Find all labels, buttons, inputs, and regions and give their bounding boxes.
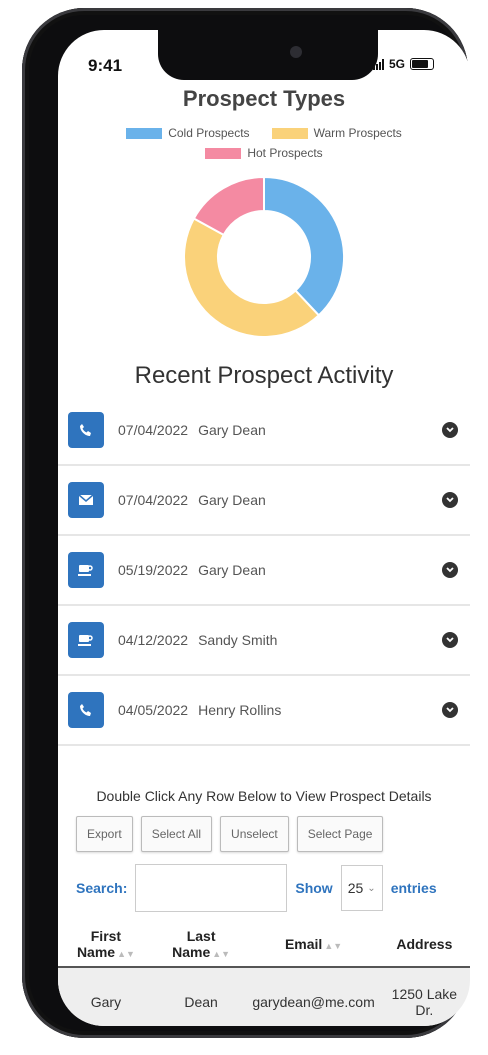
- table-button-row: Export Select All Unselect Select Page: [58, 816, 470, 852]
- cell-address: 1250 Lake Dr.: [391, 986, 458, 1018]
- activity-item[interactable]: 07/04/2022 Gary Dean: [58, 466, 470, 536]
- donut-slice-cold[interactable]: [263, 175, 345, 317]
- activity-item[interactable]: 05/19/2022 Gary Dean: [58, 536, 470, 606]
- legend-swatch-cold: [126, 127, 163, 139]
- prospect-types-title: Prospect Types: [182, 86, 346, 111]
- activity-title: Recent Prospect Activity: [134, 362, 394, 389]
- envelope-icon: [68, 482, 104, 518]
- legend-label-cold: Cold Prospects: [168, 126, 250, 140]
- chevron-down-icon[interactable]: [442, 422, 458, 438]
- header-email-label: Email: [284, 936, 323, 952]
- activity-list: 07/04/2022 Gary Dean 07/04/2022 Gary Dean 05…: [58, 396, 470, 746]
- phone-icon: [68, 692, 104, 728]
- camera-icon: [290, 46, 302, 58]
- activity-name: Gary Dean: [198, 562, 266, 578]
- donut-chart: [183, 175, 345, 338]
- phone-icon: [68, 412, 104, 448]
- header-first-name[interactable]: First Name ▲▼: [58, 922, 154, 967]
- header-address-label: Address: [396, 936, 453, 952]
- export-button[interactable]: Export: [76, 816, 133, 852]
- activity-date: 04/05/2022: [118, 702, 189, 718]
- header-first-name-label: First Name: [76, 928, 122, 960]
- chevron-down-icon[interactable]: [442, 562, 458, 578]
- entries-label: entries: [390, 880, 437, 896]
- sort-icon: ▲▼: [324, 941, 343, 951]
- unselect-button[interactable]: Unselect: [220, 816, 289, 852]
- entries-select[interactable]: 25 ⌄: [340, 865, 383, 911]
- search-input[interactable]: [135, 864, 288, 912]
- show-label: Show: [295, 880, 333, 896]
- donut-slice-warm[interactable]: [183, 217, 321, 338]
- coffee-icon: [68, 622, 104, 658]
- legend-label-hot: Hot Prospects: [247, 146, 323, 160]
- sort-icon: ▲▼: [212, 949, 231, 959]
- chart-legend: Cold Prospects Warm Prospects Hot Prospe…: [58, 112, 470, 160]
- legend-swatch-hot: [205, 147, 242, 159]
- cell-first-name: Gary: [90, 994, 122, 1010]
- activity-date: 05/19/2022: [118, 562, 189, 578]
- table-instruction: Double Click Any Row Below to View Prosp…: [96, 788, 432, 804]
- activity-name: Gary Dean: [198, 492, 266, 508]
- header-email[interactable]: Email ▲▼: [248, 922, 378, 967]
- activity-date: 04/12/2022: [118, 632, 189, 648]
- status-indicators: 5G: [372, 57, 434, 71]
- status-bar: 9:41 5G: [58, 30, 470, 92]
- page-content: Prospect Types Cold Prospects Warm Prosp…: [58, 86, 470, 1026]
- cell-email: garydean@me.com: [252, 994, 375, 1010]
- legend-item-warm[interactable]: Warm Prospects: [271, 126, 402, 140]
- activity-item[interactable]: 07/04/2022 Gary Dean: [58, 396, 470, 466]
- search-label: Search:: [76, 880, 128, 896]
- header-last-name[interactable]: Last Name ▲▼: [154, 922, 249, 967]
- header-last-name-label: Last Name: [172, 928, 216, 960]
- table-row[interactable]: Gary Dean garydean@me.com 1250 Lake Dr.: [58, 967, 470, 1026]
- select-all-button[interactable]: Select All: [140, 816, 213, 852]
- table-header-row: First Name ▲▼ Last Name ▲▼ Email ▲▼ Address: [58, 922, 470, 967]
- status-time: 9:41: [88, 56, 123, 75]
- phone-screen: 9:41 5G Prospect Types Cold Prospects Wa…: [58, 30, 470, 1026]
- chevron-down-icon[interactable]: [442, 632, 458, 648]
- header-address[interactable]: Address: [379, 922, 470, 967]
- activity-name: Henry Rollins: [198, 702, 282, 718]
- cell-last-name: Dean: [184, 994, 218, 1010]
- legend-label-warm: Warm Prospects: [313, 126, 402, 140]
- signal-icon: [372, 58, 384, 70]
- donut-chart-container: [58, 160, 470, 342]
- chevron-down-icon[interactable]: [442, 702, 458, 718]
- activity-item[interactable]: 04/05/2022 Henry Rollins: [58, 676, 470, 746]
- activity-item[interactable]: 04/12/2022 Sandy Smith: [58, 606, 470, 676]
- activity-name: Gary Dean: [198, 422, 266, 438]
- phone-frame: 9:41 5G Prospect Types Cold Prospects Wa…: [22, 8, 470, 1038]
- activity-date: 07/04/2022: [118, 422, 189, 438]
- network-label: 5G: [388, 57, 405, 71]
- select-page-button[interactable]: Select Page: [296, 816, 384, 852]
- chevron-down-icon: ⌄: [367, 882, 376, 894]
- activity-date: 07/04/2022: [118, 492, 189, 508]
- legend-item-hot[interactable]: Hot Prospects: [205, 146, 323, 160]
- legend-item-cold[interactable]: Cold Prospects: [126, 126, 250, 140]
- activity-name: Sandy Smith: [198, 632, 278, 648]
- chevron-down-icon[interactable]: [442, 492, 458, 508]
- entries-value: 25: [347, 880, 364, 896]
- notch: [158, 30, 378, 80]
- battery-icon: [410, 58, 434, 70]
- legend-swatch-warm: [271, 127, 308, 139]
- sort-icon: ▲▼: [117, 949, 135, 959]
- prospect-table: First Name ▲▼ Last Name ▲▼ Email ▲▼ Address…: [58, 922, 470, 1026]
- search-row: Search: Show 25 ⌄ entries: [58, 852, 470, 912]
- coffee-icon: [68, 552, 104, 588]
